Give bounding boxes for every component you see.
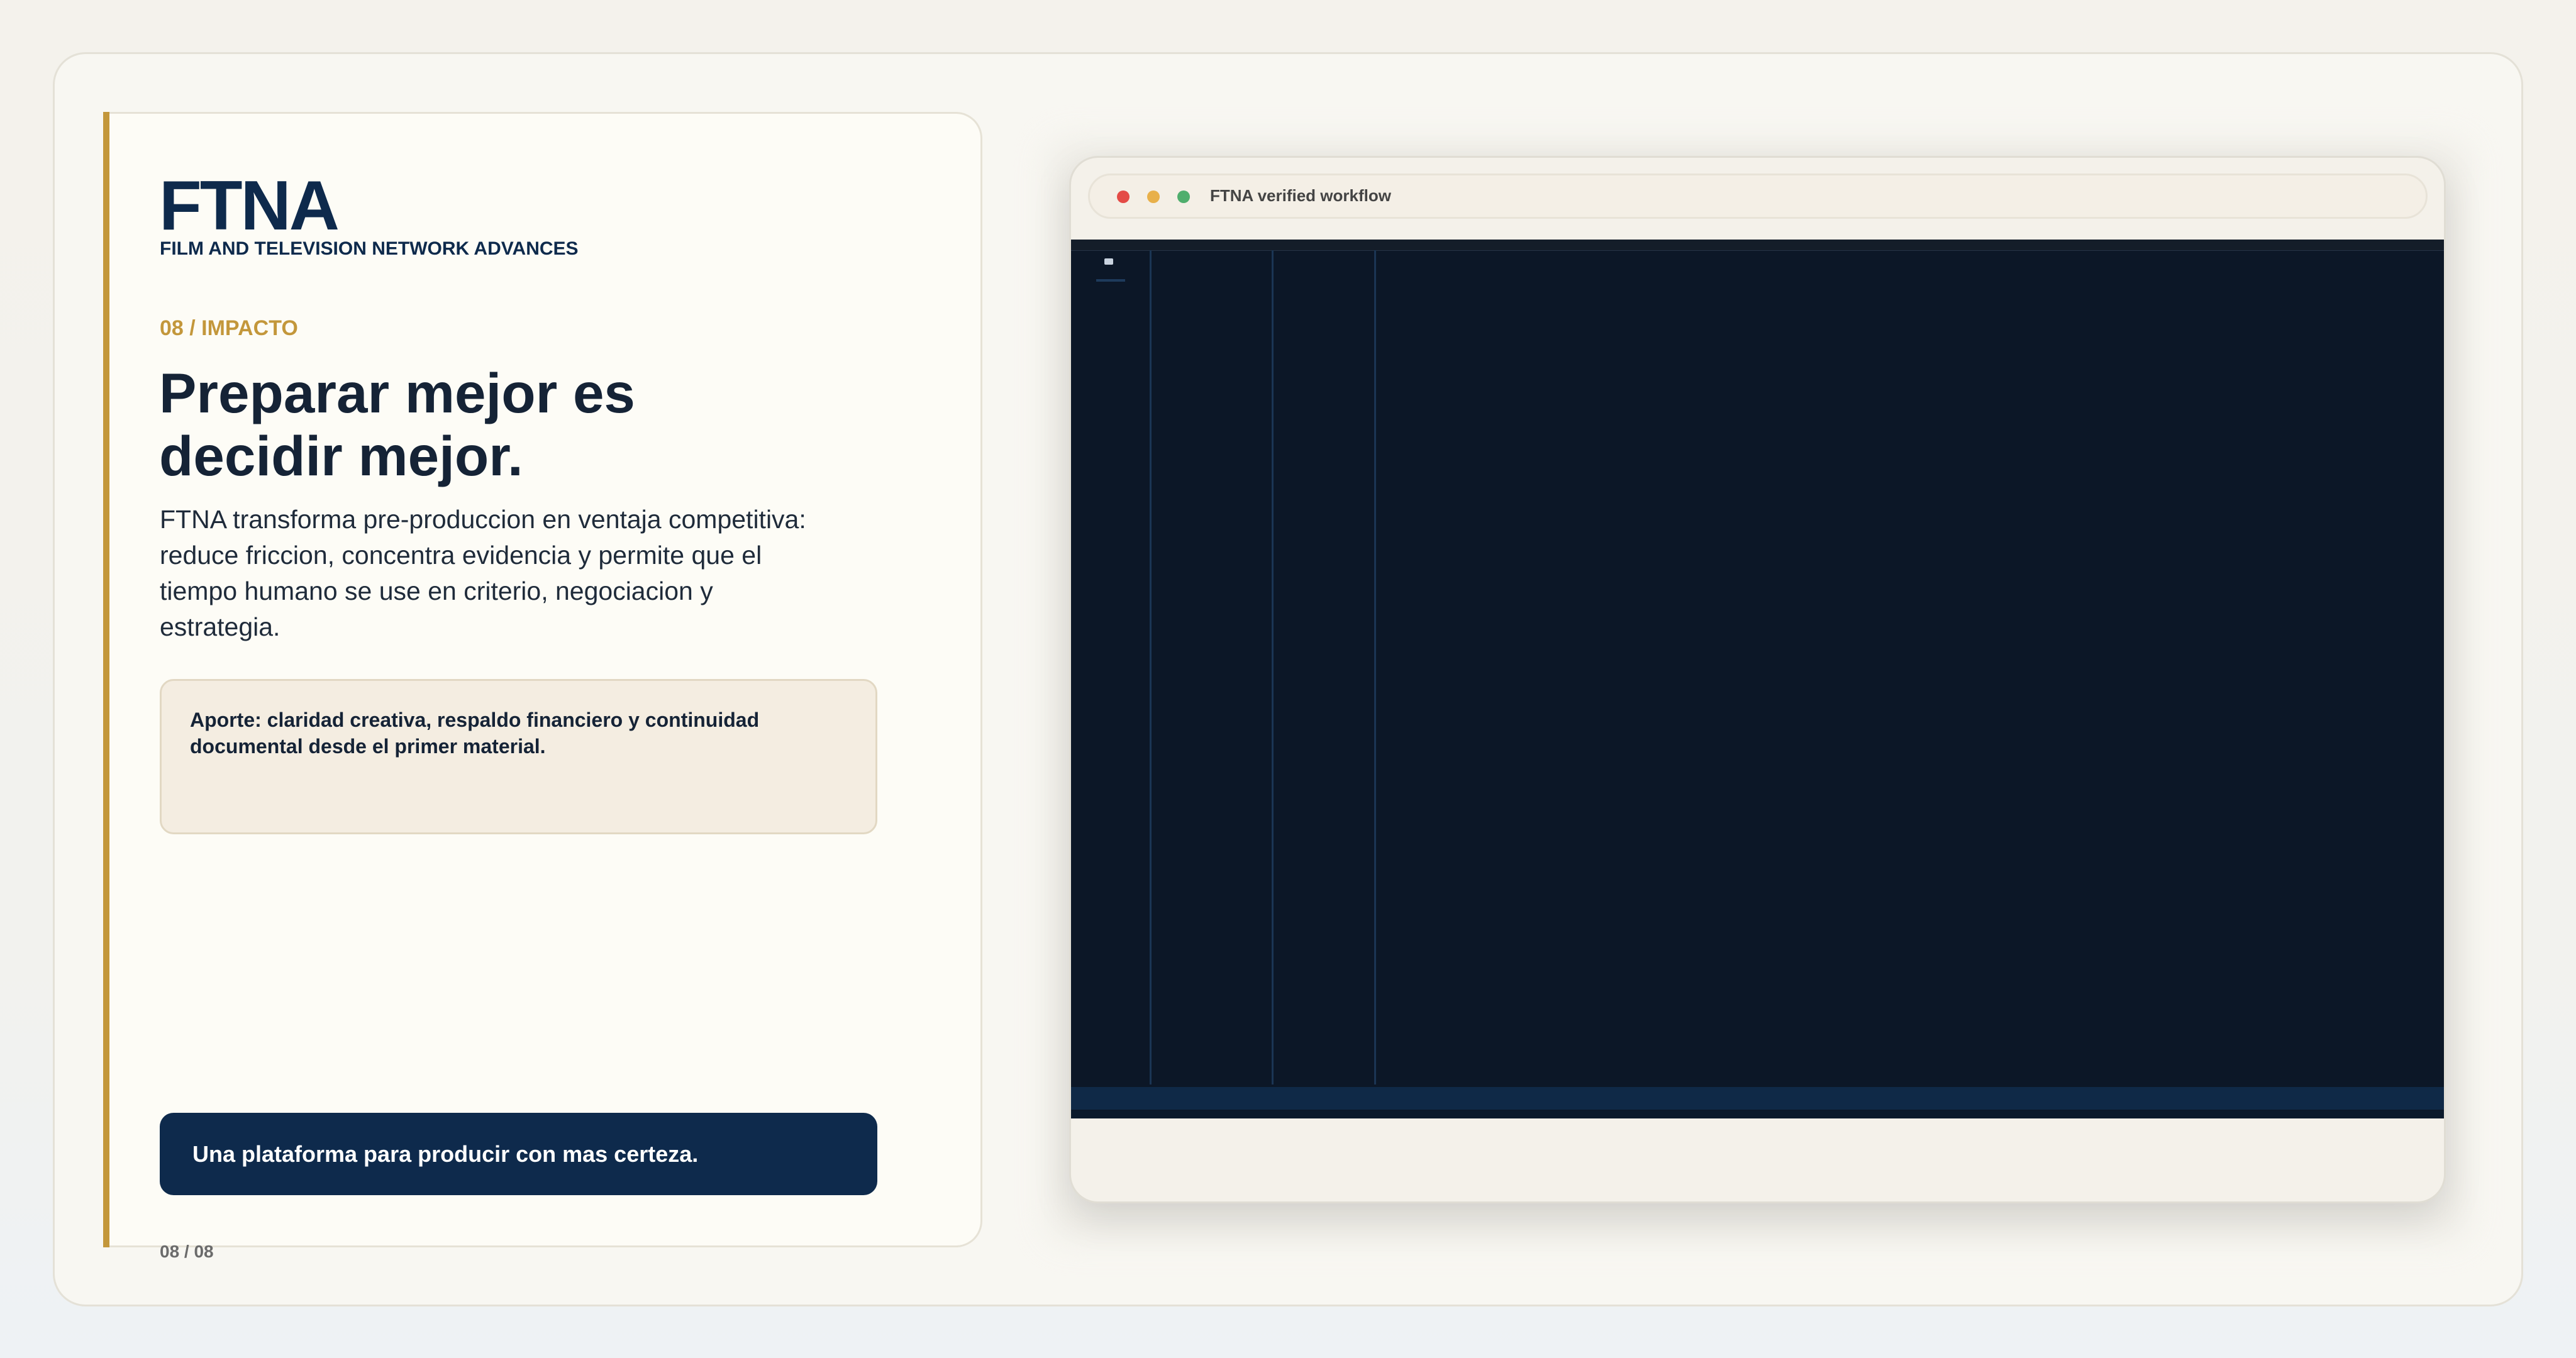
note-box: Aporte: claridad creativa, respaldo fina… (160, 679, 877, 834)
panel-divider-1 (1150, 250, 1152, 1085)
app-logo-icon (1104, 258, 1113, 265)
cta-text: Una plataforma para producir con mas cer… (192, 1140, 699, 1167)
page-counter: 08 / 08 (160, 1242, 214, 1261)
sidebar-selection (1096, 279, 1125, 282)
window-title: FTNA verified workflow (1210, 186, 1391, 205)
address-bar: FTNA verified workflow (1088, 174, 2428, 219)
maximize-dot-icon[interactable] (1177, 190, 1190, 203)
app-footer-band (1071, 1087, 2444, 1110)
note-text: Aporte: claridad creativa, respaldo fina… (190, 709, 760, 758)
panel-divider-2 (1272, 250, 1274, 1085)
brand-logo: FTNA (159, 167, 340, 245)
panel-divider-3 (1374, 250, 1376, 1085)
brand-subtitle: FILM AND TELEVISION NETWORK ADVANCES (160, 238, 579, 259)
app-screenshot (1071, 240, 2444, 1118)
app-statusbar (1071, 1110, 2444, 1118)
slide-lead: FTNA transforma pre-produccion en ventaj… (160, 505, 806, 641)
slide-headline: Preparar mejor es decidir mejor. (159, 362, 635, 487)
browser-window: FTNA verified workflow (1069, 156, 2446, 1203)
app-menubar (1071, 240, 2444, 251)
minimize-dot-icon[interactable] (1147, 190, 1160, 203)
cta-banner: Una plataforma para producir con mas cer… (160, 1113, 877, 1195)
close-dot-icon[interactable] (1117, 190, 1130, 203)
section-kicker: 08 / IMPACTO (160, 316, 298, 340)
